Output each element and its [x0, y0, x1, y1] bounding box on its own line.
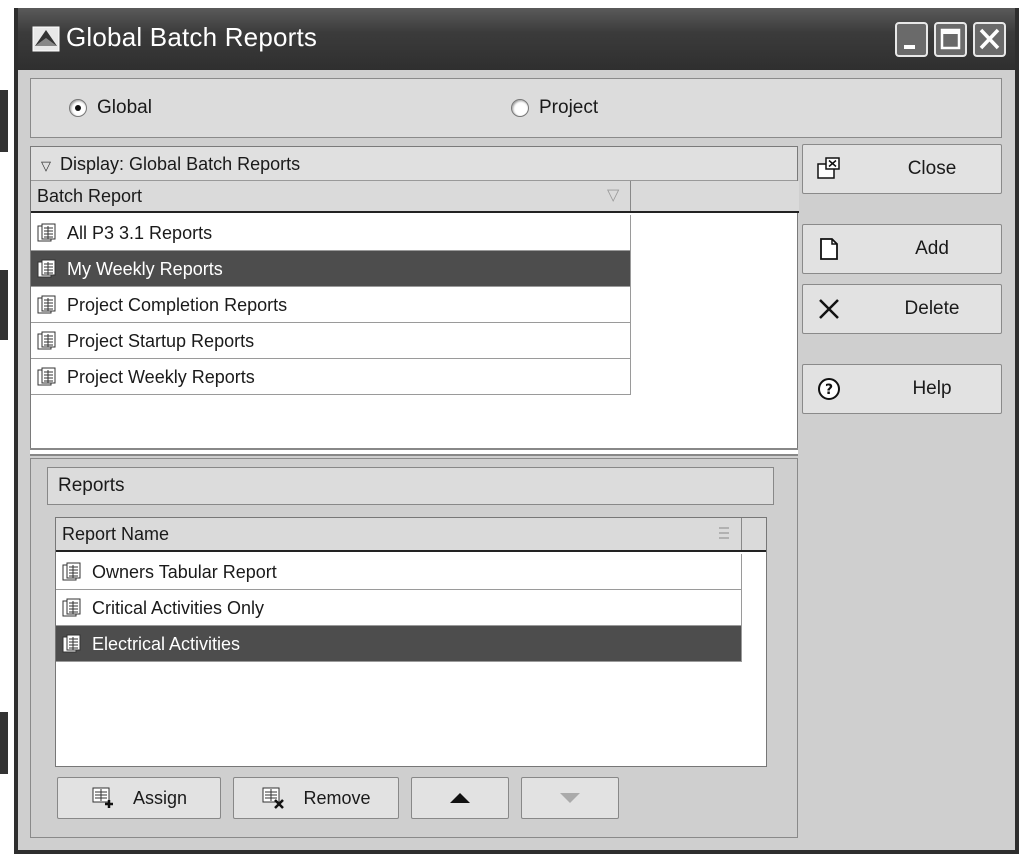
app-icon: [32, 26, 60, 52]
report-batch-icon: [37, 259, 56, 277]
minimize-button[interactable]: [895, 22, 928, 57]
batch-report-header[interactable]: Batch Report: [31, 181, 631, 211]
assign-label: Assign: [132, 787, 188, 808]
move-down-button[interactable]: [521, 777, 619, 819]
scope-selector: Global Project: [30, 78, 1002, 138]
background-edge: [0, 712, 8, 774]
remove-icon: [262, 787, 285, 809]
batch-row[interactable]: Project Weekly Reports: [31, 359, 631, 395]
batch-row-label: All P3 3.1 Reports: [67, 222, 213, 243]
maximize-icon: [940, 28, 961, 50]
remove-button[interactable]: Remove: [233, 777, 399, 819]
report-icon: [62, 598, 81, 616]
add-label: Add: [915, 238, 949, 259]
report-name-column-header: Report Name: [56, 518, 766, 552]
report-row-label: Critical Activities Only: [92, 597, 265, 618]
batch-report-header-label: Batch Report: [37, 186, 143, 206]
display-label: Display: Global Batch Reports: [60, 154, 301, 174]
batch-row[interactable]: Project Completion Reports: [31, 287, 631, 323]
report-row[interactable]: Critical Activities Only: [56, 590, 742, 626]
radio-checked-icon: [69, 99, 87, 117]
report-name-header-label: Report Name: [62, 524, 170, 544]
minimize-icon: [904, 45, 915, 49]
batch-row[interactable]: Project Startup Reports: [31, 323, 631, 359]
splitter[interactable]: [30, 448, 798, 456]
maximize-button[interactable]: [934, 22, 967, 57]
global-radio[interactable]: Global: [69, 97, 152, 119]
report-batch-icon: [37, 331, 56, 349]
close-icon: [979, 28, 1000, 50]
global-batch-reports-window: Global Batch Reports Global Project ▽ Di…: [14, 8, 1019, 854]
report-row[interactable]: Owners Tabular Report: [56, 554, 742, 590]
report-row-label: Electrical Activities: [92, 633, 241, 654]
report-icon: [62, 562, 81, 580]
report-row-selected[interactable]: Electrical Activities: [56, 626, 742, 662]
assign-icon: [92, 787, 113, 808]
delete-button[interactable]: Delete: [802, 284, 1002, 334]
move-up-button[interactable]: [411, 777, 509, 819]
report-batch-icon: [37, 295, 56, 313]
chevron-down-icon: ▽: [41, 158, 51, 173]
help-button[interactable]: ? Help: [802, 364, 1002, 414]
remove-label: Remove: [303, 787, 371, 808]
reports-panel: Reports Report Name Owners Tabular Repor…: [30, 458, 798, 838]
batch-report-list: ▽ Display: Global Batch Reports Batch Re…: [30, 146, 799, 456]
global-radio-label: Global: [97, 97, 152, 118]
batch-row-selected[interactable]: My Weekly Reports: [31, 251, 631, 287]
svg-text:?: ?: [825, 382, 833, 398]
reports-panel-title: Reports: [47, 467, 774, 505]
project-radio[interactable]: Project: [511, 97, 598, 119]
batch-row-label: Project Completion Reports: [67, 294, 288, 315]
background-edge: [0, 90, 8, 152]
title-bar[interactable]: Global Batch Reports: [18, 8, 1015, 70]
triangle-down-icon: [560, 793, 580, 803]
report-batch-icon: [37, 223, 56, 241]
triangle-up-icon: [450, 793, 470, 803]
batch-row-label: Project Weekly Reports: [67, 366, 255, 387]
report-icon: [62, 634, 81, 652]
close-button[interactable]: Close: [802, 144, 1002, 194]
background-edge: [0, 270, 8, 340]
filter-icon[interactable]: ▽: [607, 185, 619, 205]
report-batch-icon: [37, 367, 56, 385]
batch-row-label: Project Startup Reports: [67, 330, 255, 351]
delete-x-icon: [819, 299, 839, 319]
close-label: Close: [907, 158, 957, 179]
column-menu-icon[interactable]: [718, 526, 730, 540]
batch-report-column-header: Batch Report ▽: [31, 181, 799, 213]
assign-button[interactable]: Assign: [57, 777, 221, 819]
report-list: Report Name Owners Tabular Report Critic…: [55, 517, 767, 767]
batch-row-label: My Weekly Reports: [67, 258, 223, 279]
radio-unchecked-icon: [511, 99, 529, 117]
report-name-header[interactable]: Report Name: [56, 518, 742, 550]
display-options-bar[interactable]: ▽ Display: Global Batch Reports: [31, 147, 797, 181]
report-row-label: Owners Tabular Report: [92, 561, 277, 582]
close-dialog-icon: [817, 157, 840, 179]
project-radio-label: Project: [539, 97, 599, 118]
help-icon: ?: [818, 378, 840, 400]
delete-label: Delete: [904, 298, 960, 319]
close-window-button[interactable]: [973, 22, 1006, 57]
window-title: Global Batch Reports: [66, 22, 318, 52]
batch-row[interactable]: All P3 3.1 Reports: [31, 215, 631, 251]
add-button[interactable]: Add: [802, 224, 1002, 274]
help-label: Help: [912, 378, 952, 399]
new-document-icon: [820, 238, 838, 260]
